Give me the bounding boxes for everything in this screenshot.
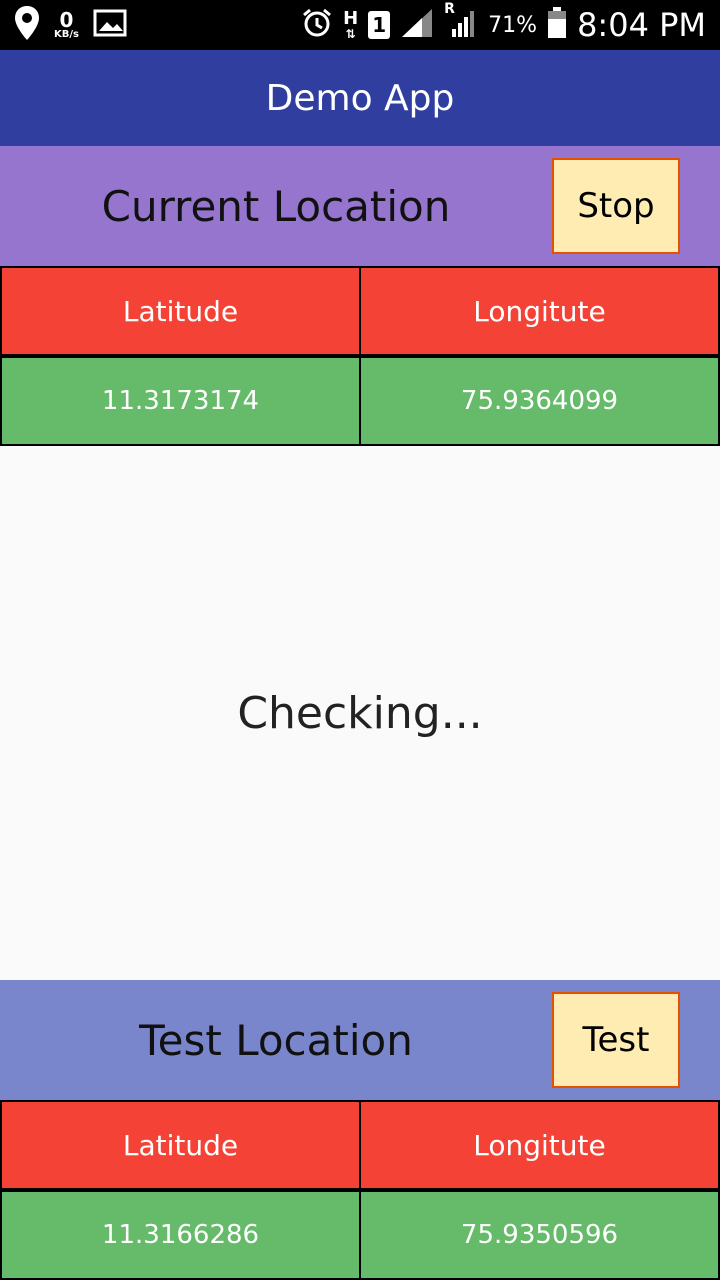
- checking-status-text: Checking...: [237, 687, 483, 739]
- test-button[interactable]: Test: [552, 992, 680, 1088]
- test-location-table: Latitude Longitute 11.3166286 75.9350596: [0, 1100, 720, 1280]
- test-location-header: Test Location Test: [0, 980, 720, 1100]
- status-message-area: Checking...: [0, 446, 720, 980]
- test-latitude-header: Latitude: [2, 1102, 359, 1188]
- battery-percentage: 71%: [488, 12, 538, 38]
- battery-icon: [547, 7, 567, 43]
- test-location-title: Test Location: [139, 1015, 413, 1065]
- current-location-table: Latitude Longitute 11.3173174 75.9364099: [0, 266, 720, 446]
- current-latitude-value: 11.3173174: [2, 358, 359, 444]
- clock: 8:04 PM: [577, 6, 706, 44]
- status-bar: 0 KB/s H ⇅ 1 R 71% 8:04 PM: [0, 0, 720, 50]
- current-longitude-header: Longitute: [361, 268, 718, 354]
- data-rate-indicator: 0 KB/s: [54, 8, 79, 40]
- current-latitude-header: Latitude: [2, 268, 359, 354]
- app-bar: Demo App: [0, 50, 720, 146]
- app-title: Demo App: [265, 77, 455, 119]
- test-longitude-value: 75.9350596: [361, 1192, 718, 1278]
- test-longitude-header: Longitute: [361, 1102, 718, 1188]
- image-icon: [93, 9, 127, 41]
- alarm-clock-icon: [301, 7, 333, 43]
- test-latitude-value: 11.3166286: [2, 1192, 359, 1278]
- roaming-signal-icon: R: [444, 1, 478, 43]
- stop-button[interactable]: Stop: [552, 158, 680, 254]
- current-longitude-value: 75.9364099: [361, 358, 718, 444]
- location-pin-icon: [14, 6, 40, 44]
- network-type-indicator: H ⇅: [343, 8, 359, 41]
- signal-strength-icon: [400, 7, 434, 43]
- current-location-header: Current Location Stop: [0, 146, 720, 266]
- sim-slot-indicator: 1: [368, 11, 391, 39]
- current-location-title: Current Location: [101, 181, 451, 231]
